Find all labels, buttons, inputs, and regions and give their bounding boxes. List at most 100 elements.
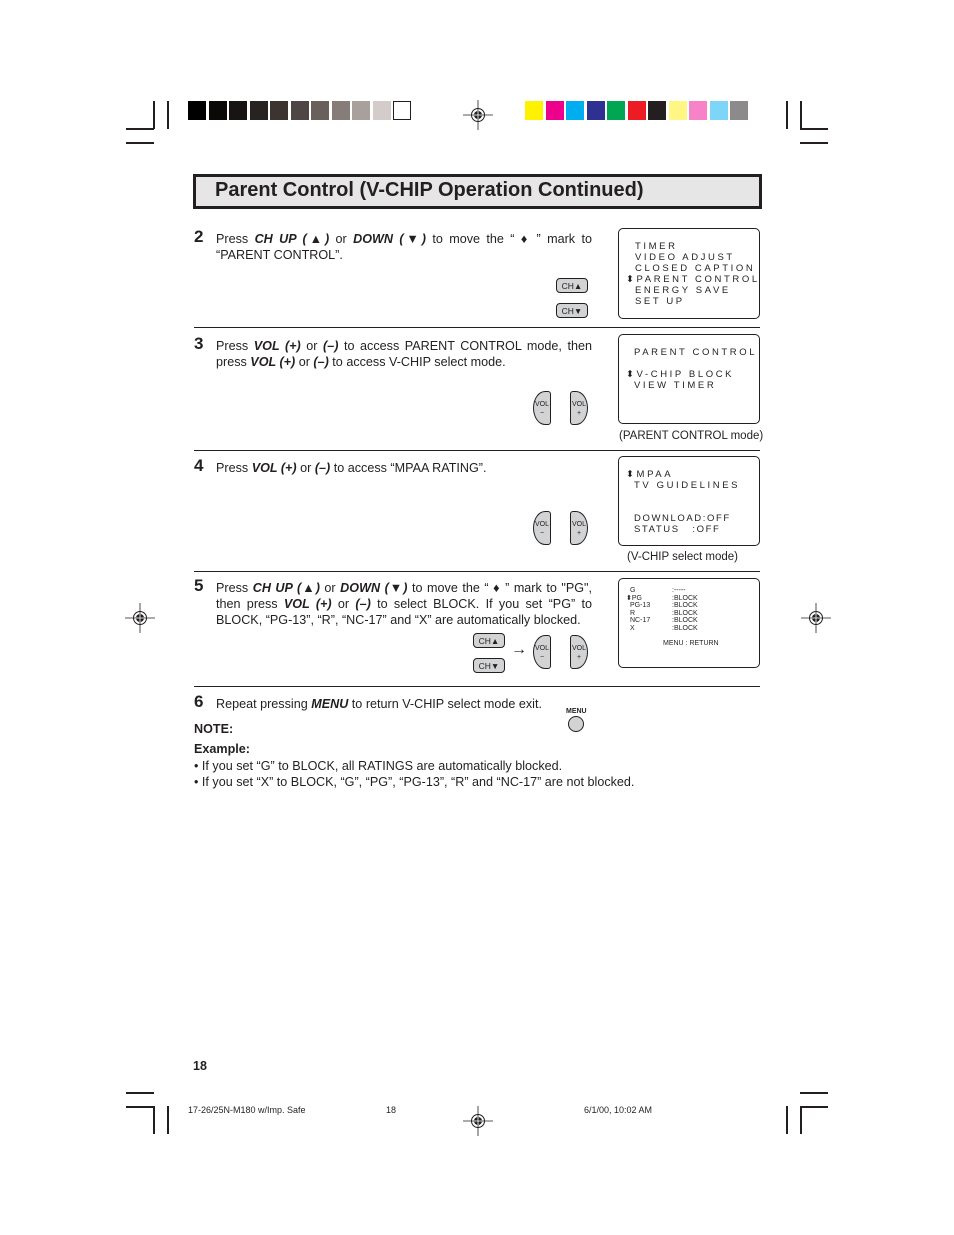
color-swatch [525, 101, 543, 120]
rating-value: :BLOCK [672, 594, 698, 602]
text: to return V-CHIP select mode exit. [348, 697, 542, 711]
crop-mark [800, 1092, 828, 1094]
status-value: STATUS :OFF [634, 524, 721, 535]
key-label: DOWN (▼) [353, 232, 426, 246]
text: Repeat pressing [216, 697, 312, 711]
text: or [300, 339, 324, 353]
rating-label: NC-17 [630, 617, 651, 624]
step-number: 6 [194, 692, 204, 711]
rating-label: X [630, 624, 635, 632]
divider [194, 686, 760, 687]
crop-mark [153, 101, 155, 129]
tv-screen-v-chip-select: ⬍MPAA TV GUIDELINES DOWNLOAD:OFF STATUS … [618, 456, 760, 546]
color-swatch [188, 101, 206, 120]
color-swatch [648, 101, 666, 120]
arrow-right-icon: → [511, 641, 527, 658]
color-swatch [393, 101, 411, 120]
crop-mark [126, 142, 154, 144]
rating-label: PG-13 [630, 602, 651, 609]
ch-up-button[interactable]: CH▲ [473, 633, 505, 648]
download-status: DOWNLOAD:OFF [634, 513, 731, 524]
color-swatch [229, 101, 247, 120]
menu-item-tv-guidelines: TV GUIDELINES [634, 480, 741, 491]
screen-heading: PARENT CONTROL [634, 347, 758, 358]
registration-mark-icon [463, 1106, 493, 1136]
vol-plus-button[interactable]: VOL + [570, 635, 588, 669]
step-6-text: Repeat pressing MENU to return V-CHIP se… [216, 696, 592, 712]
color-swatch [566, 101, 584, 120]
step-2-text: Press CH UP (▲) or DOWN (▼) to move the … [216, 231, 592, 263]
divider [194, 571, 760, 572]
color-calibration-bar [525, 101, 751, 120]
ch-up-button[interactable]: CH▲ [556, 278, 588, 293]
color-swatch [352, 101, 370, 120]
key-label: VOL (+) [250, 355, 296, 369]
color-swatch [290, 101, 309, 120]
step-5-text: Press CH UP (▲) or DOWN (▼) to move the … [216, 580, 592, 628]
screen-caption: (V-CHIP select mode) [627, 551, 738, 563]
vol-minus-button[interactable]: VOL − [533, 391, 551, 425]
menu-item-energy-save: ENERGY SAVE [635, 285, 731, 296]
crop-mark [786, 101, 788, 129]
key-label: (–) [314, 461, 331, 475]
divider [194, 327, 760, 328]
menu-item-closed-caption: CLOSED CAPTION [635, 263, 756, 274]
key-label: DOWN (▼) [340, 581, 408, 595]
rating-label: ⬍PG [626, 594, 642, 602]
ch-down-button[interactable]: CH▼ [473, 658, 505, 673]
text: or [319, 581, 341, 595]
color-swatch [270, 101, 288, 120]
example-label: Example: [194, 742, 250, 756]
rating-value: :BLOCK [672, 624, 698, 632]
ch-down-button[interactable]: CH▼ [556, 303, 588, 318]
footer-datetime: 6/1/00, 10:02 AM [584, 1105, 653, 1115]
text: Press [216, 232, 255, 246]
crop-mark [800, 1106, 802, 1134]
step-number: 4 [194, 456, 204, 475]
note-bullet: • If you set “X” to BLOCK, “G”, “PG”, “P… [194, 775, 635, 789]
vol-minus-button[interactable]: VOL − [533, 635, 551, 669]
step-4-text: Press VOL (+) or (–) to access “MPAA RAT… [216, 460, 592, 476]
color-swatch [689, 101, 707, 120]
color-swatch [372, 101, 391, 120]
color-swatch [545, 101, 564, 120]
crop-mark [126, 128, 154, 130]
registration-mark-icon [463, 100, 493, 130]
step-number: 3 [194, 334, 204, 353]
note-label: NOTE: [194, 722, 234, 736]
text: or [296, 461, 315, 475]
key-label: MENU [311, 697, 349, 711]
vol-minus-button[interactable]: VOL − [533, 511, 551, 545]
color-swatch [627, 101, 646, 120]
crop-mark [786, 1106, 788, 1134]
color-swatch [586, 101, 605, 120]
registration-mark-icon [125, 603, 155, 633]
crop-mark [800, 128, 828, 130]
rating-value: :BLOCK [672, 602, 698, 609]
menu-button[interactable] [568, 716, 584, 732]
key-label: (–) [323, 339, 339, 353]
footer-file-name: 17-26/25N-M180 w/Imp. Safe [188, 1105, 306, 1115]
rating-label: G [630, 587, 636, 594]
crop-mark [800, 1106, 828, 1108]
rating-value: :BLOCK [672, 617, 698, 624]
color-swatch [709, 101, 728, 120]
key-label: VOL (+) [251, 461, 297, 475]
page-title: Parent Control (V-CHIP Operation Continu… [215, 179, 644, 201]
text: or [331, 597, 356, 611]
crop-mark [167, 1106, 169, 1134]
text: Press [216, 461, 252, 475]
grayscale-calibration-bar [188, 101, 414, 120]
screen-caption: (PARENT CONTROL mode) [619, 430, 764, 442]
menu-item-view-timer: VIEW TIMER [634, 380, 717, 391]
step-number: 5 [194, 576, 204, 595]
step-3-text: Press VOL (+) or (–) to access PARENT CO… [216, 338, 592, 370]
vol-plus-button[interactable]: VOL + [570, 511, 588, 545]
text: to access V-CHIP select mode. [328, 355, 506, 369]
vol-plus-button[interactable]: VOL + [570, 391, 588, 425]
text: or [295, 355, 314, 369]
key-label: CH UP (▲) [252, 581, 320, 595]
rating-value: :BLOCK [672, 609, 698, 617]
crop-mark [153, 1106, 155, 1134]
key-label: VOL (+) [253, 339, 301, 353]
